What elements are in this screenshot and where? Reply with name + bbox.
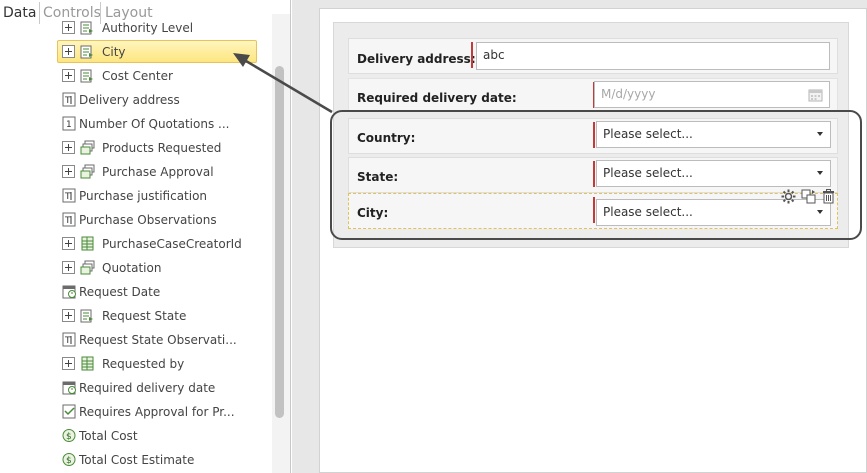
collection-icon (80, 140, 95, 155)
tree-node-label: Delivery address (79, 93, 180, 107)
svg-text:$: $ (66, 456, 72, 466)
boolean-attribute-icon (62, 404, 76, 419)
text-attribute-icon: T (62, 212, 76, 227)
tree-node-label: Requested by (102, 357, 185, 371)
required-delivery-date-input[interactable]: M/d/yyyy (594, 81, 830, 108)
svg-text:T: T (64, 216, 71, 226)
tree-node-label: Request State (102, 309, 187, 323)
expand-icon[interactable] (62, 69, 75, 82)
tree-scrollbar[interactable] (272, 14, 290, 473)
expand-icon[interactable] (62, 21, 75, 34)
tree-node-label: Request Date (79, 285, 161, 299)
data-tree: Authority Level City Cost Center T Deliv… (0, 14, 272, 473)
tree-node-label: Purchase Approval (102, 165, 214, 179)
expand-icon[interactable] (62, 357, 75, 370)
entity-icon (80, 21, 93, 35)
entity-icon (80, 309, 93, 323)
currency-attribute-icon: $ (62, 429, 76, 442)
tree-node-label: PurchaseCaseCreatorId (102, 237, 242, 251)
currency-attribute-icon: $ (62, 453, 76, 466)
entity-icon (80, 45, 93, 59)
app-window: Data Controls Layout Authority Level Cit… (0, 0, 867, 473)
tree-node-label: Quotation (102, 261, 162, 275)
svg-text:T: T (64, 96, 71, 106)
table-icon (81, 356, 94, 371)
tree-node-label: Request State Observati... (79, 333, 237, 347)
text-attribute-icon: T (62, 188, 76, 203)
svg-text:1: 1 (66, 120, 72, 130)
tree-node-label: Authority Level (102, 21, 194, 35)
field-label: Delivery address: (357, 52, 476, 66)
expand-icon[interactable] (62, 141, 75, 154)
expand-icon[interactable] (62, 165, 75, 178)
text-attribute-icon: T (62, 92, 76, 107)
tree-node-label: Required delivery date (79, 381, 216, 395)
expand-icon[interactable] (62, 261, 75, 274)
collection-icon (80, 164, 95, 179)
number-attribute-icon: 1 (62, 116, 76, 131)
required-marker (471, 42, 473, 68)
svg-text:$: $ (66, 432, 72, 442)
date-placeholder: M/d/yyyy (601, 87, 656, 101)
callout-highlight (330, 110, 862, 240)
text-attribute-icon: T (62, 332, 76, 347)
collection-icon (80, 260, 95, 275)
date-attribute-icon (62, 285, 76, 299)
expand-icon[interactable] (62, 309, 75, 322)
expand-icon[interactable] (62, 45, 75, 58)
tree-node-label: Products Requested (102, 141, 222, 155)
entity-icon (80, 69, 93, 83)
tree-node-label: Requires Approval for Pr... (79, 405, 235, 419)
left-panel: Data Controls Layout Authority Level Cit… (0, 0, 291, 473)
tree-node-label: Number Of Quotations ... (79, 117, 230, 131)
date-attribute-icon (62, 381, 76, 395)
tree-node-label: City (102, 45, 126, 59)
tree-node-label: Purchase Observations (79, 213, 217, 227)
delivery-address-input[interactable]: abc (476, 42, 830, 70)
tree-node-label: Total Cost Estimate (79, 453, 195, 467)
svg-text:T: T (64, 336, 71, 346)
tree-node-label: Total Cost (79, 429, 138, 443)
expand-icon[interactable] (62, 237, 75, 250)
table-icon (81, 236, 94, 251)
scrollbar-thumb[interactable] (275, 66, 284, 418)
svg-text:T: T (64, 192, 71, 202)
tree-node-label: Cost Center (102, 69, 173, 83)
calendar-icon[interactable] (808, 88, 823, 102)
field-label: Required delivery date: (357, 91, 517, 105)
tree-node-label: Purchase justification (79, 189, 208, 203)
